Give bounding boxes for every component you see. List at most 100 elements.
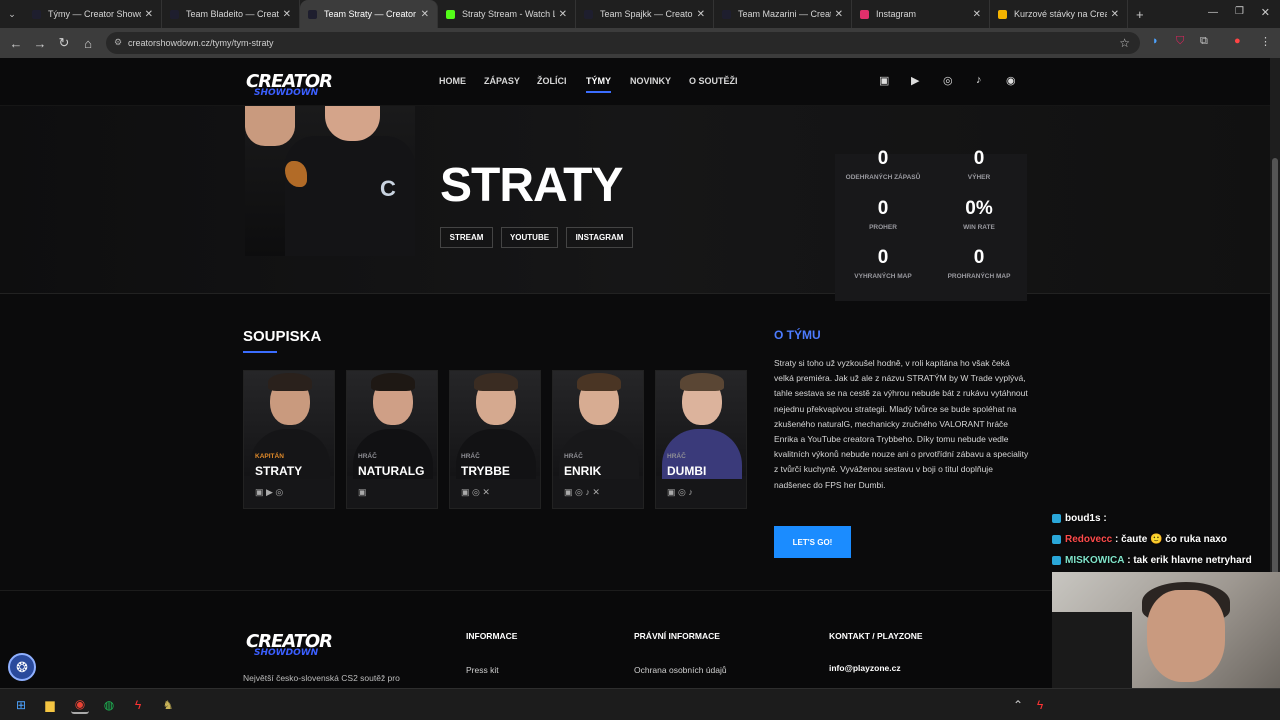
tab-close-icon[interactable]: ✕ [835,9,843,20]
lets-go-button[interactable]: LET'S GO! [774,526,851,558]
windows-start-icon[interactable]: ⊞ [12,696,30,714]
player-role: HRÁČ [358,453,377,460]
bookmark-star-icon[interactable]: ☆ [1119,36,1130,50]
restore-icon[interactable]: ❐ [1235,6,1244,17]
browser-tab[interactable]: Team Mazarini — Creator ✕ [714,0,852,28]
file-explorer-icon[interactable]: ▆ [41,696,59,714]
tray-chevron-icon[interactable]: ⌃ [1009,696,1027,714]
site-logo[interactable]: CREATOR SHOWDOWN [246,71,333,98]
tray-bolt-icon[interactable]: ϟ [1031,696,1049,714]
twitch-icon[interactable]: ▣ [879,74,889,87]
youtube-icon[interactable]: ▶ [911,74,919,87]
tab-favicon-icon [998,9,1007,19]
app-game-icon[interactable]: ♞ [159,696,177,714]
player-card[interactable]: KAPITÁN STRATY ▣ ▶ ◎ [243,370,335,509]
tab-close-icon[interactable]: ✕ [559,9,567,20]
player-card[interactable]: HRÁČ NATURALG ▣ [346,370,438,509]
stat-value: 0 [973,148,985,169]
footer-col-informace: INFORMACE [466,631,518,641]
browser-tab[interactable]: Team Straty — Creator Sh ✕ [300,0,438,28]
browser-tab[interactable]: Týmy — Creator Showdo ✕ [24,0,162,28]
browser-tab[interactable]: Instagram ✕ [852,0,990,28]
discord-icon[interactable]: ◉ [1006,74,1016,87]
tab-title: Instagram [876,9,917,19]
chat-text: tak erik hlavne netryhard [1133,555,1252,566]
tab-close-icon[interactable]: ✕ [1111,9,1119,20]
stat-item: 0 PROHER [835,198,931,232]
player-role: HRÁČ [461,453,480,460]
tiktok-icon[interactable]: ♪ [976,74,982,86]
nav-zolici[interactable]: ŽOLÍCI [537,76,567,86]
about-text: Straty si toho už vyzkoušel hodně, v rol… [774,358,1029,490]
stat-value: 0 [877,247,889,268]
home-icon[interactable]: ⌂ [76,36,100,51]
youtube-button[interactable]: YOUTUBE [501,227,558,248]
player-role: KAPITÁN [255,453,284,460]
footer-logo[interactable]: CREATOR SHOWDOWN [246,631,333,658]
tab-close-icon[interactable]: ✕ [697,9,705,20]
player-social-icons[interactable]: ▣ ◎ ✕ [461,487,490,498]
instagram-button[interactable]: INSTAGRAM [566,227,633,248]
nav-o-soutezi[interactable]: O SOUTĚŽI [689,76,738,86]
chrome-icon[interactable]: ◉ [71,696,89,714]
tab-favicon-icon [722,9,731,19]
extension-icon[interactable]: ◗ [1152,35,1159,47]
chat-separator: : [1124,555,1134,566]
nav-home[interactable]: HOME [439,76,466,86]
footer-logo-subtext: SHOWDOWN [254,648,319,658]
address-bar[interactable]: ⚙ creatorshowdown.cz/tymy/tym-straty ☆ [106,32,1140,54]
spotify-icon[interactable]: ◍ [100,696,118,714]
player-name: TRYBBE [461,464,510,478]
browser-tab[interactable]: Team Spajkk — Creator Sh ✕ [576,0,714,28]
profile-avatar-icon[interactable]: ● [1234,35,1241,47]
tab-title: Team Bladeito — Creator [186,9,279,19]
player-role: HRÁČ [667,453,686,460]
player-role: HRÁČ [564,453,583,460]
tab-close-icon[interactable]: ✕ [973,9,981,20]
browser-tab[interactable]: Straty Stream - Watch Liv ✕ [438,0,576,28]
site-info-icon[interactable]: ⚙ [114,37,122,48]
instagram-icon[interactable]: ◎ [943,74,953,87]
tab-search-icon[interactable]: ⌄ [0,9,24,20]
shield-extension-icon[interactable]: ⛉ [1176,35,1184,48]
privacy-link[interactable]: Ochrana osobních údajů [634,665,727,675]
extensions-puzzle-icon[interactable]: ⧉ [1200,35,1208,48]
contact-email-link[interactable]: info@playzone.cz [829,663,901,673]
player-card[interactable]: HRÁČ DUMBI ▣ ◎ ♪ [655,370,747,509]
nav-zapasy[interactable]: ZÁPASY [484,76,520,86]
new-tab-button[interactable]: + [1136,7,1144,22]
chat-separator: : [1100,513,1110,524]
tab-close-icon[interactable]: ✕ [421,9,429,20]
team-hero: C STRATY STREAM YOUTUBE INSTAGRAM 0 ODEHR… [0,106,1270,301]
player-social-icons[interactable]: ▣ ◎ ♪ [667,487,693,498]
player-name: STRATY [255,464,303,478]
back-icon[interactable]: ← [4,36,28,51]
player-card[interactable]: HRÁČ ENRIK ▣ ◎ ♪ ✕ [552,370,644,509]
team-stats: 0 ODEHRANÝCH ZÁPASŮ 0 VÝHER 0 PROHER 0% WIN RAT… [835,148,1027,301]
player-social-icons[interactable]: ▣ [358,487,367,498]
cookie-settings-icon[interactable]: ❂ [8,653,36,681]
minimize-icon[interactable]: — [1208,7,1218,18]
player-social-icons[interactable]: ▣ ▶ ◎ [255,487,283,498]
press-kit-link[interactable]: Press kit [466,665,499,675]
reload-icon[interactable]: ↻ [52,35,76,51]
browser-tab[interactable]: Team Bladeito — Creator ✕ [162,0,300,28]
stat-value: 0 [877,198,889,219]
stream-button[interactable]: STREAM [440,227,493,248]
player-social-icons[interactable]: ▣ ◎ ♪ ✕ [564,487,600,498]
tab-favicon-icon [308,9,317,19]
tab-close-icon[interactable]: ✕ [145,9,153,20]
stat-label: PROHER [869,224,897,231]
forward-icon[interactable]: → [28,36,52,51]
browser-tab[interactable]: Kurzové stávky na Creato ✕ [990,0,1128,28]
menu-kebab-icon[interactable]: ⋮ [1260,35,1271,48]
nav-tymy[interactable]: TÝMY [586,76,612,93]
chat-user: MISKOWICA [1065,555,1125,566]
nav-novinky[interactable]: NOVINKY [630,76,671,86]
chat-user: Redovecc [1065,534,1113,545]
player-card[interactable]: HRÁČ TRYBBE ▣ ◎ ✕ [449,370,541,509]
browser-tabbar: ⌄ Týmy — Creator Showdo ✕ Team Bladeito — … [0,0,1280,28]
close-window-icon[interactable]: ✕ [1261,6,1270,19]
tab-close-icon[interactable]: ✕ [283,9,291,20]
app-bolt-icon[interactable]: ϟ [129,696,147,714]
